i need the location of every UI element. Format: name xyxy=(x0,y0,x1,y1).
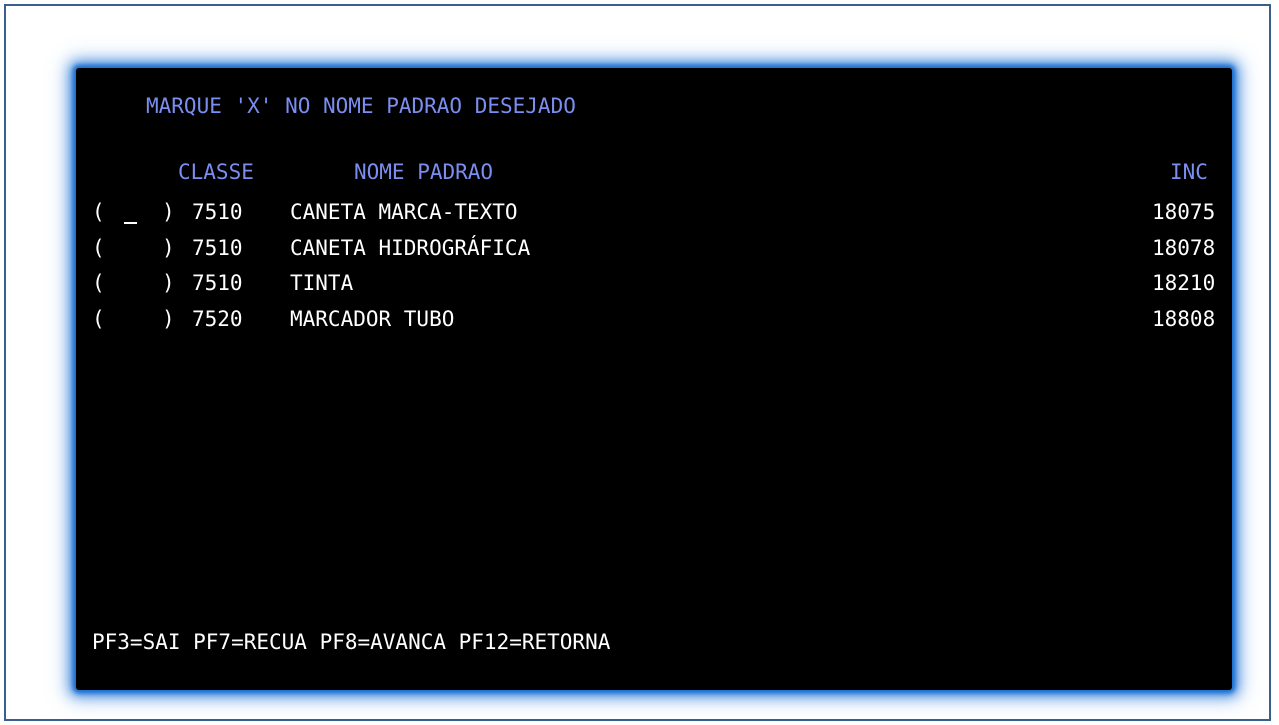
row-classe: 7510 xyxy=(192,271,243,295)
table-row: ( ) 7520 MARCADOR TUBO 18808 xyxy=(76,307,1232,331)
open-paren: ( xyxy=(92,200,105,224)
selection-field[interactable] xyxy=(122,236,138,260)
row-inc: 18078 xyxy=(1152,236,1216,260)
screen-title: MARQUE 'X' NO NOME PADRAO DESEJADO xyxy=(146,94,576,118)
open-paren: ( xyxy=(92,236,105,260)
row-inc: 18075 xyxy=(1152,200,1216,224)
close-paren: ) xyxy=(162,271,175,295)
selection-field[interactable] xyxy=(122,200,138,224)
table-row: ( ) 7510 TINTA 18210 xyxy=(76,271,1232,295)
table-row: ( ) 7510 CANETA HIDROGRÁFICA 18078 xyxy=(76,236,1232,260)
close-paren: ) xyxy=(162,236,175,260)
row-classe: 7510 xyxy=(192,236,243,260)
table-row: ( ) 7510 CANETA MARCA-TEXTO 18075 xyxy=(76,200,1232,224)
selection-field[interactable] xyxy=(122,271,138,295)
text-cursor xyxy=(124,222,137,224)
row-classe: 7520 xyxy=(192,307,243,331)
row-inc: 18808 xyxy=(1152,307,1216,331)
header-inc: INC xyxy=(1170,160,1208,184)
close-paren: ) xyxy=(162,307,175,331)
row-nome: MARCADOR TUBO xyxy=(290,307,455,331)
window-frame: MARQUE 'X' NO NOME PADRAO DESEJADO CLASS… xyxy=(4,4,1271,721)
function-key-bar: PF3=SAI PF7=RECUA PF8=AVANCA PF12=RETORN… xyxy=(92,630,611,654)
row-nome: CANETA MARCA-TEXTO xyxy=(290,200,518,224)
close-paren: ) xyxy=(162,200,175,224)
selection-field[interactable] xyxy=(122,307,138,331)
header-classe: CLASSE xyxy=(178,160,254,184)
row-nome: TINTA xyxy=(290,271,354,295)
row-inc: 18210 xyxy=(1152,271,1216,295)
open-paren: ( xyxy=(92,271,105,295)
header-nome-padrao: NOME PADRAO xyxy=(354,160,494,184)
open-paren: ( xyxy=(92,307,105,331)
row-classe: 7510 xyxy=(192,200,243,224)
row-nome: CANETA HIDROGRÁFICA xyxy=(290,236,531,260)
terminal-screen: MARQUE 'X' NO NOME PADRAO DESEJADO CLASS… xyxy=(76,68,1232,690)
